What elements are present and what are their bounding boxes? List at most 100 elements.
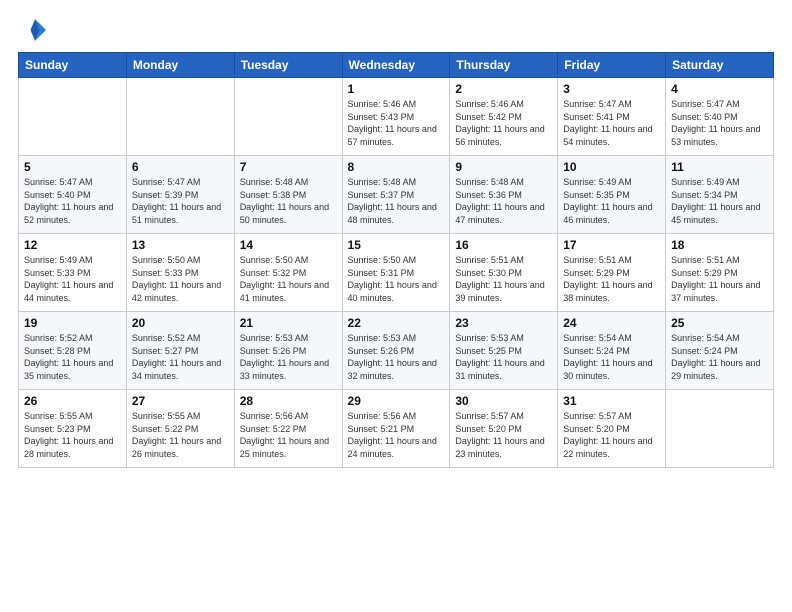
day-number: 8 bbox=[348, 160, 445, 174]
cell-content: Sunrise: 5:53 AM Sunset: 5:26 PM Dayligh… bbox=[240, 332, 337, 382]
cell-content: Sunrise: 5:49 AM Sunset: 5:34 PM Dayligh… bbox=[671, 176, 768, 226]
calendar-cell: 24Sunrise: 5:54 AM Sunset: 5:24 PM Dayli… bbox=[558, 312, 666, 390]
cell-content: Sunrise: 5:48 AM Sunset: 5:38 PM Dayligh… bbox=[240, 176, 337, 226]
cell-content: Sunrise: 5:54 AM Sunset: 5:24 PM Dayligh… bbox=[563, 332, 660, 382]
day-number: 21 bbox=[240, 316, 337, 330]
day-number: 18 bbox=[671, 238, 768, 252]
day-number: 26 bbox=[24, 394, 121, 408]
calendar-week-2: 5 Sunrise: 5:47 AM Sunset: 5:40 PM Daylig… bbox=[19, 156, 774, 234]
calendar-week-1: 1 Sunrise: 5:46 AM Sunset: 5:43 PM Daylig… bbox=[19, 78, 774, 156]
calendar-cell: 14Sunrise: 5:50 AM Sunset: 5:32 PM Dayli… bbox=[234, 234, 342, 312]
cell-content: Sunrise: 5:54 AM Sunset: 5:24 PM Dayligh… bbox=[671, 332, 768, 382]
cell-content: Sunrise: 5:53 AM Sunset: 5:26 PM Dayligh… bbox=[348, 332, 445, 382]
calendar-cell: 21 Sunrise: 5:53 AM Sunset: 5:26 PM Dayli… bbox=[234, 312, 342, 390]
calendar-cell: 4 Sunrise: 5:47 AM Sunset: 5:40 PM Daylig… bbox=[666, 78, 774, 156]
day-number: 27 bbox=[132, 394, 229, 408]
page: SundayMondayTuesdayWednesdayThursdayFrid… bbox=[0, 0, 792, 612]
calendar-weekday-monday: Monday bbox=[126, 53, 234, 78]
calendar-cell: 13 Sunrise: 5:50 AM Sunset: 5:33 PM Dayli… bbox=[126, 234, 234, 312]
cell-content: Sunrise: 5:55 AM Sunset: 5:23 PM Dayligh… bbox=[24, 410, 121, 460]
calendar-week-4: 19 Sunrise: 5:52 AM Sunset: 5:28 PM Dayli… bbox=[19, 312, 774, 390]
calendar-cell: 5 Sunrise: 5:47 AM Sunset: 5:40 PM Daylig… bbox=[19, 156, 127, 234]
logo-icon bbox=[18, 16, 46, 44]
day-number: 5 bbox=[24, 160, 121, 174]
calendar-week-5: 26 Sunrise: 5:55 AM Sunset: 5:23 PM Dayli… bbox=[19, 390, 774, 468]
day-number: 30 bbox=[455, 394, 552, 408]
day-number: 2 bbox=[455, 82, 552, 96]
day-number: 28 bbox=[240, 394, 337, 408]
calendar-table: SundayMondayTuesdayWednesdayThursdayFrid… bbox=[18, 52, 774, 468]
day-number: 11 bbox=[671, 160, 768, 174]
cell-content: Sunrise: 5:47 AM Sunset: 5:41 PM Dayligh… bbox=[563, 98, 660, 148]
calendar-cell: 18 Sunrise: 5:51 AM Sunset: 5:29 PM Dayli… bbox=[666, 234, 774, 312]
day-number: 3 bbox=[563, 82, 660, 96]
cell-content: Sunrise: 5:51 AM Sunset: 5:29 PM Dayligh… bbox=[563, 254, 660, 304]
calendar-cell: 16 Sunrise: 5:51 AM Sunset: 5:30 PM Dayli… bbox=[450, 234, 558, 312]
calendar-weekday-saturday: Saturday bbox=[666, 53, 774, 78]
calendar-cell: 29 Sunrise: 5:56 AM Sunset: 5:21 PM Dayli… bbox=[342, 390, 450, 468]
day-number: 19 bbox=[24, 316, 121, 330]
calendar-cell: 26 Sunrise: 5:55 AM Sunset: 5:23 PM Dayli… bbox=[19, 390, 127, 468]
calendar-weekday-tuesday: Tuesday bbox=[234, 53, 342, 78]
calendar-cell: 23Sunrise: 5:53 AM Sunset: 5:25 PM Dayli… bbox=[450, 312, 558, 390]
cell-content: Sunrise: 5:48 AM Sunset: 5:36 PM Dayligh… bbox=[455, 176, 552, 226]
cell-content: Sunrise: 5:46 AM Sunset: 5:42 PM Dayligh… bbox=[455, 98, 552, 148]
calendar-cell: 7 Sunrise: 5:48 AM Sunset: 5:38 PM Daylig… bbox=[234, 156, 342, 234]
calendar-cell: 8 Sunrise: 5:48 AM Sunset: 5:37 PM Daylig… bbox=[342, 156, 450, 234]
calendar-cell bbox=[234, 78, 342, 156]
calendar-cell: 2 Sunrise: 5:46 AM Sunset: 5:42 PM Daylig… bbox=[450, 78, 558, 156]
cell-content: Sunrise: 5:47 AM Sunset: 5:40 PM Dayligh… bbox=[24, 176, 121, 226]
calendar-weekday-friday: Friday bbox=[558, 53, 666, 78]
cell-content: Sunrise: 5:49 AM Sunset: 5:33 PM Dayligh… bbox=[24, 254, 121, 304]
day-number: 1 bbox=[348, 82, 445, 96]
calendar-cell: 9 Sunrise: 5:48 AM Sunset: 5:36 PM Daylig… bbox=[450, 156, 558, 234]
cell-content: Sunrise: 5:46 AM Sunset: 5:43 PM Dayligh… bbox=[348, 98, 445, 148]
day-number: 14 bbox=[240, 238, 337, 252]
day-number: 17 bbox=[563, 238, 660, 252]
day-number: 20 bbox=[132, 316, 229, 330]
day-number: 6 bbox=[132, 160, 229, 174]
calendar-weekday-wednesday: Wednesday bbox=[342, 53, 450, 78]
day-number: 15 bbox=[348, 238, 445, 252]
calendar-header-row: SundayMondayTuesdayWednesdayThursdayFrid… bbox=[19, 53, 774, 78]
calendar-cell: 20Sunrise: 5:52 AM Sunset: 5:27 PM Dayli… bbox=[126, 312, 234, 390]
calendar-cell: 19 Sunrise: 5:52 AM Sunset: 5:28 PM Dayli… bbox=[19, 312, 127, 390]
cell-content: Sunrise: 5:55 AM Sunset: 5:22 PM Dayligh… bbox=[132, 410, 229, 460]
day-number: 13 bbox=[132, 238, 229, 252]
calendar-week-3: 12 Sunrise: 5:49 AM Sunset: 5:33 PM Dayli… bbox=[19, 234, 774, 312]
day-number: 4 bbox=[671, 82, 768, 96]
calendar-cell: 1 Sunrise: 5:46 AM Sunset: 5:43 PM Daylig… bbox=[342, 78, 450, 156]
calendar-cell bbox=[126, 78, 234, 156]
cell-content: Sunrise: 5:51 AM Sunset: 5:29 PM Dayligh… bbox=[671, 254, 768, 304]
calendar-cell: 17 Sunrise: 5:51 AM Sunset: 5:29 PM Dayli… bbox=[558, 234, 666, 312]
day-number: 12 bbox=[24, 238, 121, 252]
cell-content: Sunrise: 5:49 AM Sunset: 5:35 PM Dayligh… bbox=[563, 176, 660, 226]
calendar-cell bbox=[19, 78, 127, 156]
calendar-cell: 27 Sunrise: 5:55 AM Sunset: 5:22 PM Dayli… bbox=[126, 390, 234, 468]
cell-content: Sunrise: 5:47 AM Sunset: 5:39 PM Dayligh… bbox=[132, 176, 229, 226]
cell-content: Sunrise: 5:48 AM Sunset: 5:37 PM Dayligh… bbox=[348, 176, 445, 226]
day-number: 9 bbox=[455, 160, 552, 174]
calendar-cell: 22 Sunrise: 5:53 AM Sunset: 5:26 PM Dayli… bbox=[342, 312, 450, 390]
cell-content: Sunrise: 5:53 AM Sunset: 5:25 PM Dayligh… bbox=[455, 332, 552, 382]
cell-content: Sunrise: 5:47 AM Sunset: 5:40 PM Dayligh… bbox=[671, 98, 768, 148]
cell-content: Sunrise: 5:56 AM Sunset: 5:22 PM Dayligh… bbox=[240, 410, 337, 460]
cell-content: Sunrise: 5:56 AM Sunset: 5:21 PM Dayligh… bbox=[348, 410, 445, 460]
cell-content: Sunrise: 5:57 AM Sunset: 5:20 PM Dayligh… bbox=[563, 410, 660, 460]
day-number: 22 bbox=[348, 316, 445, 330]
calendar-cell: 31Sunrise: 5:57 AM Sunset: 5:20 PM Dayli… bbox=[558, 390, 666, 468]
calendar-cell: 10 Sunrise: 5:49 AM Sunset: 5:35 PM Dayli… bbox=[558, 156, 666, 234]
header bbox=[18, 16, 774, 44]
calendar-cell: 12 Sunrise: 5:49 AM Sunset: 5:33 PM Dayli… bbox=[19, 234, 127, 312]
calendar-cell: 6 Sunrise: 5:47 AM Sunset: 5:39 PM Daylig… bbox=[126, 156, 234, 234]
cell-content: Sunrise: 5:52 AM Sunset: 5:28 PM Dayligh… bbox=[24, 332, 121, 382]
calendar-cell: 3 Sunrise: 5:47 AM Sunset: 5:41 PM Daylig… bbox=[558, 78, 666, 156]
cell-content: Sunrise: 5:57 AM Sunset: 5:20 PM Dayligh… bbox=[455, 410, 552, 460]
day-number: 29 bbox=[348, 394, 445, 408]
logo bbox=[18, 16, 48, 44]
day-number: 10 bbox=[563, 160, 660, 174]
cell-content: Sunrise: 5:51 AM Sunset: 5:30 PM Dayligh… bbox=[455, 254, 552, 304]
day-number: 16 bbox=[455, 238, 552, 252]
cell-content: Sunrise: 5:50 AM Sunset: 5:33 PM Dayligh… bbox=[132, 254, 229, 304]
day-number: 7 bbox=[240, 160, 337, 174]
